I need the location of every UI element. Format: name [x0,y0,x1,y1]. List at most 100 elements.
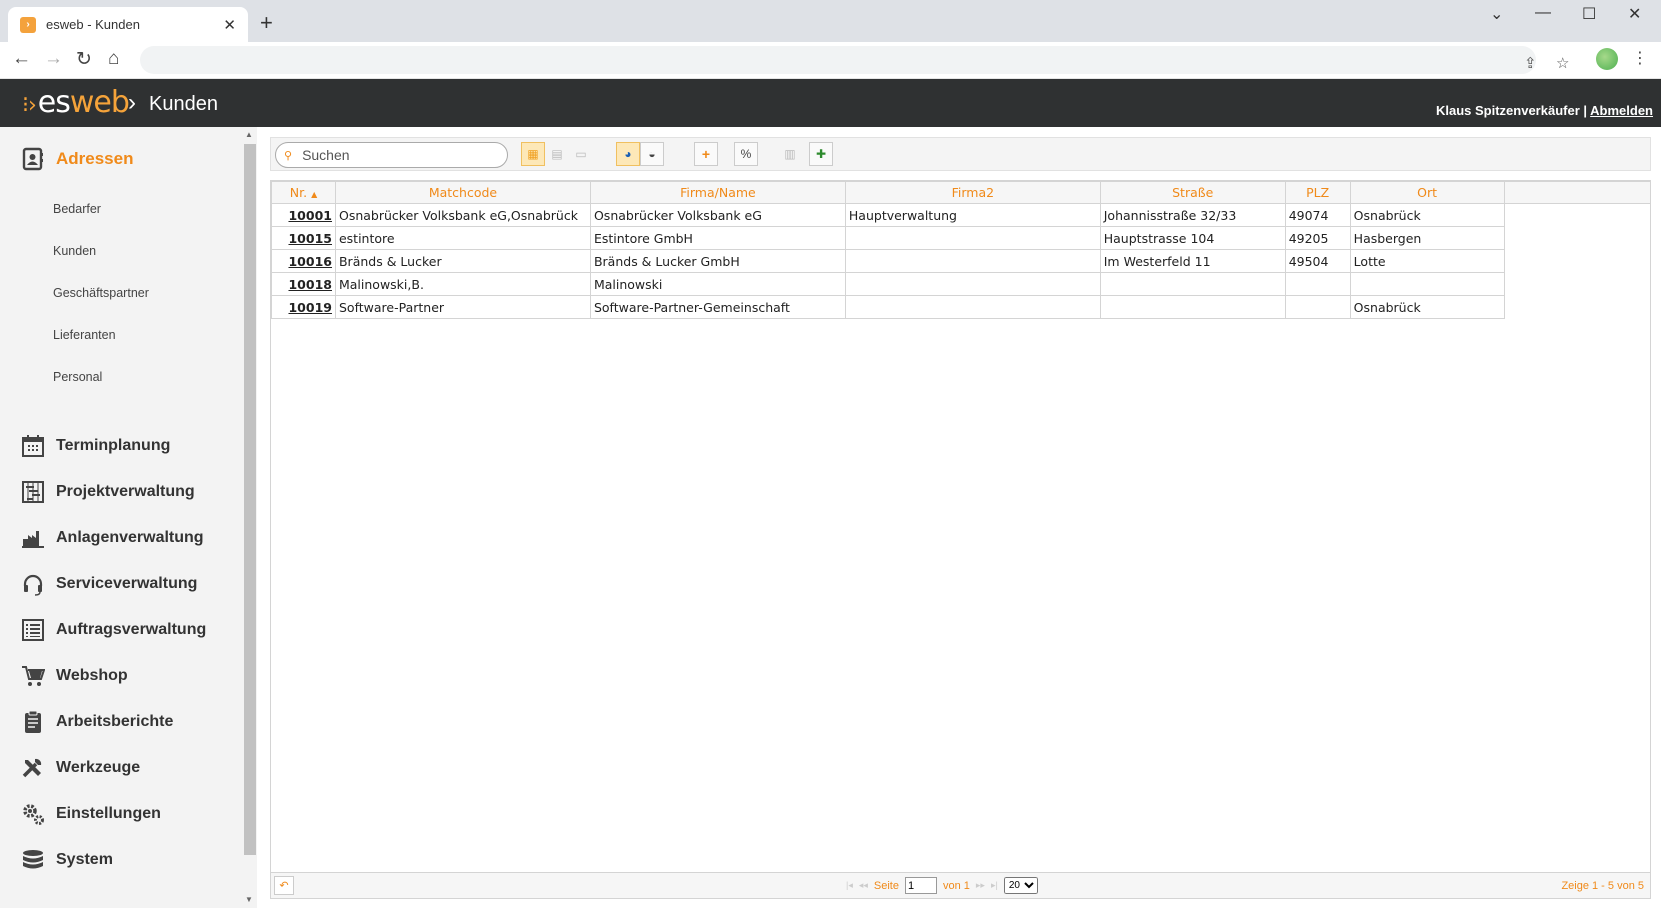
cell-nr[interactable]: 10019 [271,295,336,319]
maximize-icon[interactable]: ☐ [1582,4,1596,24]
address-book-icon [20,146,46,172]
excel-export-icon[interactable]: ✚ [809,142,833,166]
calendar-icon [20,433,46,459]
reload-icon[interactable]: ↻ [76,48,92,71]
add-icon[interactable]: + [694,142,718,166]
table-row[interactable]: 10015 estintore Estintore GmbH Hauptstra… [271,226,1651,250]
cell-nr[interactable]: 10015 [271,226,336,250]
refresh-icon[interactable]: ↶ [274,876,294,895]
cell-matchcode: estintore [334,226,591,250]
cell-strasse: Im Westerfeld 11 [1099,249,1286,273]
sidebar-item-system[interactable]: System [20,847,113,873]
next-page-icon[interactable]: ▸▸ [976,880,985,891]
cell-matchcode: Malinowski,B. [334,272,591,296]
menu-kebab-icon[interactable]: ⋮ [1632,48,1648,68]
profile-avatar[interactable] [1596,48,1618,70]
bookmark-star-icon[interactable]: ☆ [1556,54,1569,72]
esweb-logo[interactable]: ⁝›esweb [22,85,130,120]
cell-firma-name: Osnabrücker Volksbank eG [589,203,846,227]
cell-nr[interactable]: 10018 [271,272,336,296]
column-header-firma2[interactable]: Firma2 [844,181,1101,204]
table-row[interactable]: 10018 Malinowski,B. Malinowski [271,272,1651,296]
column-header-firma-name[interactable]: Firma/Name [589,181,846,204]
tab-title: esweb - Kunden [46,17,140,32]
sidebar-subitem-lieferanten[interactable]: Lieferanten [53,328,116,342]
sidebar-item-projektverwaltung[interactable]: Projektverwaltung [20,479,195,505]
sidebar-subitem-personal[interactable]: Personal [53,370,102,384]
logo-arrow-icon: ⁝› [22,93,37,118]
tools-icon [20,755,46,781]
cell-nr[interactable]: 10001 [271,203,336,227]
sidebar-subitem-bedarfer[interactable]: Bedarfer [53,202,101,216]
sidebar-item-auftragsverwaltung[interactable]: Auftragsverwaltung [20,617,206,643]
folder-view-icon[interactable]: ▭ [569,142,593,166]
column-header-nr[interactable]: Nr. ▲ [271,181,336,204]
user-filter-icon[interactable]: ◒ [640,142,664,166]
cell-ort: Osnabrück [1349,295,1505,319]
cell-matchcode: Osnabrücker Volksbank eG,Osnabrück [334,203,591,227]
scroll-up-icon[interactable]: ▲ [245,130,253,139]
cell-ort: Osnabrück [1349,203,1505,227]
chart-icon[interactable]: ▥ [778,142,802,166]
forward-icon[interactable]: → [44,48,63,70]
customer-grid: Nr. ▲ Matchcode Firma/Name Firma2 Straße… [270,180,1651,899]
grid-view-icon[interactable]: ▦ [521,142,545,166]
page-label: Seite [873,879,899,892]
sidebar-item-serviceverwaltung[interactable]: Serviceverwaltung [20,571,197,597]
cell-matchcode: Bränds & Lucker [334,249,591,273]
sidebar-item-arbeitsberichte[interactable]: Arbeitsberichte [20,709,173,735]
share-icon[interactable]: ⇪ [1524,54,1537,72]
detail-view-icon[interactable]: ▤ [545,142,569,166]
table-row[interactable]: 10019 Software-Partner Software-Partner-… [271,295,1651,319]
grid-toolbar: ⚲ Suchen ▦ ▤ ▭ ◕ ◒ + % ▥ ✚ [270,137,1651,171]
sidebar-subitem-geschaeftspartner[interactable]: Geschäftspartner [53,286,149,300]
cell-nr[interactable]: 10016 [271,249,336,273]
customer-table: Nr. ▲ Matchcode Firma/Name Firma2 Straße… [271,181,1650,319]
breadcrumb-chevron-icon: › [128,89,136,116]
sidebar-scroll-thumb[interactable] [244,144,256,855]
scroll-down-icon[interactable]: ▼ [245,895,253,904]
last-page-icon[interactable]: ▸| [991,880,998,891]
home-icon[interactable]: ⌂ [108,48,119,70]
customer-filter-icon[interactable]: ◕ [616,142,640,166]
column-header-strasse[interactable]: Straße [1099,181,1286,204]
sidebar-item-terminplanung[interactable]: Terminplanung [20,433,170,459]
page-count: von 1 [942,879,970,892]
search-input[interactable]: ⚲ Suchen [275,142,508,168]
column-header-ort[interactable]: Ort [1349,181,1505,204]
new-tab-button[interactable]: + [260,10,273,36]
table-row[interactable]: 10001 Osnabrücker Volksbank eG,Osnabrück… [271,203,1651,227]
list-icon [20,617,46,643]
cell-plz [1284,272,1351,296]
address-bar[interactable]: ⇪ ☆ [140,46,1569,74]
sidebar-item-anlagenverwaltung[interactable]: Anlagenverwaltung [20,525,204,551]
logout-link[interactable]: Abmelden [1590,103,1653,118]
first-page-icon[interactable]: |◂ [846,880,853,891]
record-count: Zeige 1 - 5 von 5 [1561,880,1644,892]
sidebar-item-webshop[interactable]: Webshop [20,663,128,689]
close-window-icon[interactable]: ✕ [1628,4,1641,24]
browser-tabbar: › esweb - Kunden ✕ + ⌄ — ☐ ✕ [0,0,1661,42]
clipboard-icon [20,709,46,735]
prev-page-icon[interactable]: ◂◂ [859,880,868,891]
edit-percent-icon[interactable]: % [734,142,758,166]
sidebar-subitem-kunden[interactable]: Kunden [53,244,96,258]
browser-tab[interactable]: › esweb - Kunden ✕ [8,7,248,42]
factory-icon [20,525,46,551]
table-row[interactable]: 10016 Bränds & Lucker Bränds & Lucker Gm… [271,249,1651,273]
page-number-input[interactable] [904,877,937,894]
back-icon[interactable]: ← [12,48,31,70]
minimize-icon[interactable]: — [1535,4,1551,22]
column-header-plz[interactable]: PLZ [1284,181,1351,204]
gears-icon [20,801,46,827]
tab-close-icon[interactable]: ✕ [223,16,236,34]
cell-ort [1349,272,1505,296]
column-header-matchcode[interactable]: Matchcode [334,181,591,204]
sidebar-item-werkzeuge[interactable]: Werkzeuge [20,755,140,781]
search-icon: ⚲ [284,149,293,162]
sidebar-item-adressen[interactable]: Adressen [20,146,133,172]
sidebar-item-einstellungen[interactable]: Einstellungen [20,801,161,827]
grid-footer: ↶ |◂ ◂◂ Seite von 1 ▸▸ ▸| 20 Zeige 1 - 5… [271,872,1650,898]
page-size-select[interactable]: 20 [1003,877,1038,894]
tab-search-icon[interactable]: ⌄ [1490,4,1503,24]
